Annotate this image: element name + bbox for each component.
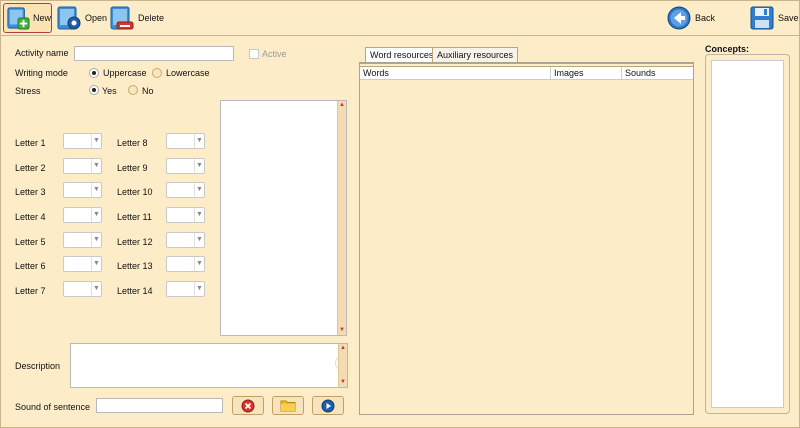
column-header-words[interactable]: Words [360, 67, 551, 80]
letter-8-select[interactable]: ▼ [166, 133, 205, 149]
play-icon [321, 399, 335, 412]
letter-14-select[interactable]: ▼ [166, 281, 205, 297]
folder-icon [280, 400, 296, 412]
back-button[interactable]: Back [666, 3, 715, 33]
letter-3-select[interactable]: ▼ [63, 182, 102, 198]
description-scrollbar[interactable]: ▲ ▼ [338, 344, 347, 387]
letter-label: Letter 13 [117, 261, 153, 271]
dropdown-arrow-icon: ▼ [91, 183, 101, 197]
dropdown-arrow-icon: ▼ [91, 257, 101, 271]
dropdown-arrow-icon: ▼ [194, 183, 204, 197]
lowercase-label: Lowercase [166, 68, 210, 78]
dropdown-arrow-icon: ▼ [194, 159, 204, 173]
concepts-list[interactable] [711, 60, 784, 408]
save-label: Save [778, 13, 799, 23]
letter-label: Letter 10 [117, 187, 153, 197]
delete-label: Delete [138, 13, 165, 23]
letter-12-select[interactable]: ▼ [166, 232, 205, 248]
stress-no-radio[interactable] [128, 85, 138, 95]
letter-label: Letter 8 [117, 138, 148, 148]
letter-label: Letter 9 [117, 163, 148, 173]
stress-no-label: No [142, 86, 154, 96]
save-button[interactable]: Save [749, 3, 799, 33]
letter-label: Letter 12 [117, 237, 153, 247]
scroll-up-icon[interactable]: ▲ [339, 344, 347, 353]
open-button[interactable]: Open [56, 3, 107, 33]
dropdown-arrow-icon: ▼ [91, 282, 101, 296]
description-textarea[interactable]: ▲ ▼ [70, 343, 348, 388]
grid-header: Words Images Sounds [360, 67, 693, 80]
back-label: Back [695, 13, 716, 23]
letter-label: Letter 14 [117, 286, 153, 296]
letter-label: Letter 11 [117, 212, 152, 222]
letter-label: Letter 2 [15, 163, 46, 173]
uppercase-radio[interactable] [89, 68, 99, 78]
active-checkbox[interactable] [249, 49, 259, 59]
open-label: Open [85, 13, 108, 23]
letter-label: Letter 3 [15, 187, 46, 197]
dropdown-arrow-icon: ▼ [91, 233, 101, 247]
letter-label: Letter 1 [15, 138, 46, 148]
letters-preview-list[interactable]: ▲ ▼ [220, 100, 347, 336]
dropdown-arrow-icon: ▼ [194, 282, 204, 296]
sound-of-sentence-input[interactable] [96, 398, 223, 413]
open-gear-icon [57, 6, 81, 30]
activity-name-label: Activity name [15, 48, 69, 58]
stress-label: Stress [15, 86, 41, 96]
preview-scrollbar[interactable]: ▲ ▼ [337, 101, 346, 335]
tab-word-resources[interactable]: Word resources [365, 47, 439, 63]
delete-document-icon [110, 6, 134, 30]
play-sound-button[interactable] [312, 396, 344, 415]
delete-button[interactable]: Delete [109, 3, 164, 33]
stress-yes-label: Yes [102, 86, 117, 96]
letter-10-select[interactable]: ▼ [166, 182, 205, 198]
toolbar: New Open Delete Back Save [0, 0, 800, 36]
dropdown-arrow-icon: ▼ [91, 208, 101, 222]
new-button[interactable]: New [3, 3, 52, 33]
concepts-title: Concepts: [705, 44, 750, 54]
dropdown-arrow-icon: ▼ [91, 159, 101, 173]
letter-1-select[interactable]: ▼ [63, 133, 102, 149]
letter-label: Letter 4 [15, 212, 46, 222]
dropdown-arrow-icon: ▼ [194, 257, 204, 271]
description-label: Description [15, 361, 61, 371]
stress-yes-radio[interactable] [89, 85, 99, 95]
letter-label: Letter 7 [15, 286, 46, 296]
scroll-down-icon[interactable]: ▼ [338, 326, 346, 335]
scroll-up-icon[interactable]: ▲ [338, 101, 346, 110]
dropdown-arrow-icon: ▼ [194, 208, 204, 222]
concepts-panel [705, 54, 790, 414]
letter-label: Letter 6 [15, 261, 46, 271]
letter-2-select[interactable]: ▼ [63, 158, 102, 174]
letter-5-select[interactable]: ▼ [63, 232, 102, 248]
lowercase-radio[interactable] [152, 68, 162, 78]
dropdown-arrow-icon: ▼ [194, 233, 204, 247]
letter-11-select[interactable]: ▼ [166, 207, 205, 223]
save-floppy-icon [750, 6, 774, 30]
dropdown-arrow-icon: ▼ [91, 134, 101, 148]
letter-6-select[interactable]: ▼ [63, 256, 102, 272]
letter-7-select[interactable]: ▼ [63, 281, 102, 297]
activity-name-input[interactable] [74, 46, 234, 61]
browse-sound-button[interactable] [272, 396, 304, 415]
new-document-icon [7, 7, 30, 30]
letter-4-select[interactable]: ▼ [63, 207, 102, 223]
tab-auxiliary-resources[interactable]: Auxiliary resources [432, 47, 519, 63]
letter-13-select[interactable]: ▼ [166, 256, 205, 272]
clear-sound-button[interactable] [232, 396, 264, 415]
uppercase-label: Uppercase [103, 68, 147, 78]
back-arrow-icon [667, 6, 691, 30]
column-header-sounds[interactable]: Sounds [622, 67, 693, 80]
clear-x-icon [241, 399, 255, 412]
scroll-down-icon[interactable]: ▼ [339, 378, 347, 387]
writing-mode-label: Writing mode [15, 68, 68, 78]
active-label: Active [262, 49, 287, 59]
dropdown-arrow-icon: ▼ [194, 134, 204, 148]
letter-label: Letter 5 [15, 237, 46, 247]
column-header-images[interactable]: Images [551, 67, 622, 80]
letter-9-select[interactable]: ▼ [166, 158, 205, 174]
word-resources-panel: Words Images Sounds [359, 62, 694, 415]
new-label: New [32, 13, 51, 23]
sound-of-sentence-label: Sound of sentence [15, 402, 91, 412]
